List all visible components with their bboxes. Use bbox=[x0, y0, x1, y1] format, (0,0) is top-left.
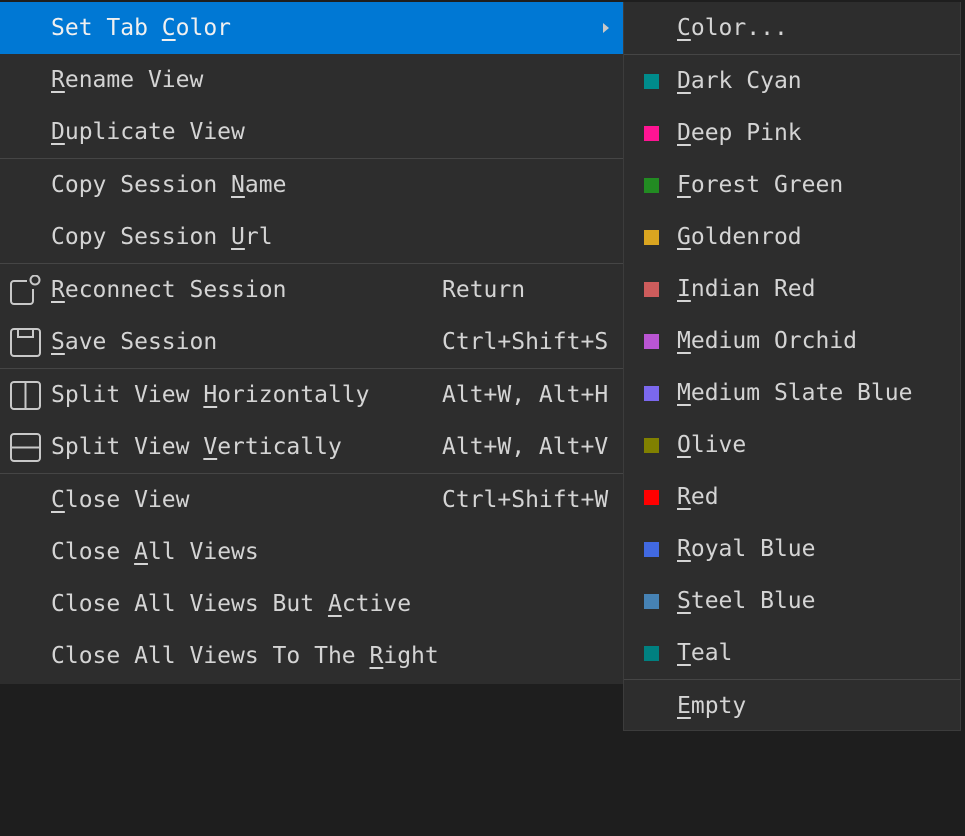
menu-item-close-all-to-right[interactable]: Close All Views To The Right bbox=[0, 630, 623, 682]
menu-item-label: Close All Views bbox=[51, 539, 259, 565]
submenu-item-label: Medium Orchid bbox=[677, 328, 858, 354]
submenu-item-empty[interactable]: Empty bbox=[624, 680, 960, 732]
submenu-item-color[interactable]: Teal bbox=[624, 627, 960, 679]
submenu-item-label: Empty bbox=[677, 693, 747, 719]
menu-item-copy-session-name[interactable]: Copy Session Name bbox=[0, 159, 623, 211]
menu-item-split-vertically[interactable]: Split View Vertically Alt+W, Alt+V bbox=[0, 421, 623, 473]
menu-item-save-session[interactable]: Save Session Ctrl+Shift+S bbox=[0, 316, 623, 368]
color-swatch-icon bbox=[644, 334, 659, 349]
color-swatch-icon bbox=[644, 542, 659, 557]
menu-item-label: Close All Views To The Right bbox=[51, 643, 439, 669]
save-icon bbox=[10, 328, 41, 357]
color-list: Dark Cyan Deep Pink Forest Green Goldenrod I… bbox=[624, 55, 960, 679]
context-menu: Set Tab Color Rename View Duplicate View… bbox=[0, 2, 623, 684]
shortcut-label: Ctrl+Shift+W bbox=[442, 487, 609, 513]
submenu-item-color[interactable]: Olive bbox=[624, 419, 960, 471]
tab-color-submenu: Color... Dark Cyan Deep Pink Forest Green G… bbox=[623, 2, 961, 731]
menu-item-rename-view[interactable]: Rename View bbox=[0, 54, 623, 106]
submenu-item-color[interactable]: Medium Orchid bbox=[624, 315, 960, 367]
menu-item-label: Reconnect Session bbox=[51, 277, 287, 303]
split-horizontal-icon bbox=[10, 381, 41, 410]
submenu-item-color[interactable]: Royal Blue bbox=[624, 523, 960, 575]
color-swatch-icon bbox=[644, 282, 659, 297]
menu-item-label: Rename View bbox=[51, 67, 204, 93]
color-swatch-icon bbox=[644, 646, 659, 661]
shortcut-label: Alt+W, Alt+V bbox=[442, 434, 609, 460]
submenu-item-color[interactable]: Forest Green bbox=[624, 159, 960, 211]
submenu-item-label: Teal bbox=[677, 640, 733, 666]
menu-item-label: Save Session bbox=[51, 329, 218, 355]
shortcut-label: Return bbox=[442, 277, 526, 303]
submenu-item-label: Red bbox=[677, 484, 719, 510]
submenu-item-label: Deep Pink bbox=[677, 120, 802, 146]
menu-item-label: Copy Session Url bbox=[51, 224, 273, 250]
shortcut-label: Alt+W, Alt+H bbox=[442, 382, 609, 408]
submenu-item-color[interactable]: Medium Slate Blue bbox=[624, 367, 960, 419]
submenu-item-label: Color... bbox=[677, 15, 788, 41]
submenu-item-color[interactable]: Deep Pink bbox=[624, 107, 960, 159]
submenu-item-label: Indian Red bbox=[677, 276, 816, 302]
color-swatch-icon bbox=[644, 490, 659, 505]
color-swatch-icon bbox=[644, 386, 659, 401]
submenu-item-color[interactable]: Dark Cyan bbox=[624, 55, 960, 107]
submenu-item-label: Goldenrod bbox=[677, 224, 802, 250]
submenu-item-label: Forest Green bbox=[677, 172, 844, 198]
menu-item-label: Split View Horizontally bbox=[51, 382, 370, 408]
menu-item-close-all-but-active[interactable]: Close All Views But Active bbox=[0, 578, 623, 630]
color-swatch-icon bbox=[644, 74, 659, 89]
menu-item-label: Set Tab Color bbox=[51, 15, 232, 41]
submenu-item-label: Olive bbox=[677, 432, 747, 458]
menu-item-reconnect-session[interactable]: Reconnect Session Return bbox=[0, 264, 623, 316]
menu-item-label: Duplicate View bbox=[51, 119, 245, 145]
submenu-item-label: Royal Blue bbox=[677, 536, 816, 562]
submenu-item-label: Dark Cyan bbox=[677, 68, 802, 94]
color-swatch-icon bbox=[644, 594, 659, 609]
menu-item-close-view[interactable]: Close View Ctrl+Shift+W bbox=[0, 474, 623, 526]
submenu-arrow-icon bbox=[603, 23, 609, 33]
menu-item-label: Split View Vertically bbox=[51, 434, 342, 460]
color-swatch-icon bbox=[644, 230, 659, 245]
menu-item-copy-session-url[interactable]: Copy Session Url bbox=[0, 211, 623, 263]
color-swatch-icon bbox=[644, 438, 659, 453]
submenu-item-color[interactable]: Red bbox=[624, 471, 960, 523]
color-swatch-icon bbox=[644, 178, 659, 193]
menu-item-label: Close View bbox=[51, 487, 190, 513]
submenu-item-label: Steel Blue bbox=[677, 588, 816, 614]
reconnect-icon bbox=[10, 275, 41, 305]
shortcut-label: Ctrl+Shift+S bbox=[442, 329, 609, 355]
submenu-item-color[interactable]: Indian Red bbox=[624, 263, 960, 315]
menu-item-close-all-views[interactable]: Close All Views bbox=[0, 526, 623, 578]
submenu-item-color[interactable]: Goldenrod bbox=[624, 211, 960, 263]
split-vertical-icon bbox=[10, 433, 41, 462]
submenu-item-color-picker[interactable]: Color... bbox=[624, 2, 960, 54]
submenu-item-label: Medium Slate Blue bbox=[677, 380, 913, 406]
menu-item-set-tab-color[interactable]: Set Tab Color bbox=[0, 2, 623, 54]
submenu-item-color[interactable]: Steel Blue bbox=[624, 575, 960, 627]
menu-item-label: Copy Session Name bbox=[51, 172, 287, 198]
menu-item-split-horizontally[interactable]: Split View Horizontally Alt+W, Alt+H bbox=[0, 369, 623, 421]
menu-item-duplicate-view[interactable]: Duplicate View bbox=[0, 106, 623, 158]
color-swatch-icon bbox=[644, 126, 659, 141]
menu-item-label: Close All Views But Active bbox=[51, 591, 412, 617]
